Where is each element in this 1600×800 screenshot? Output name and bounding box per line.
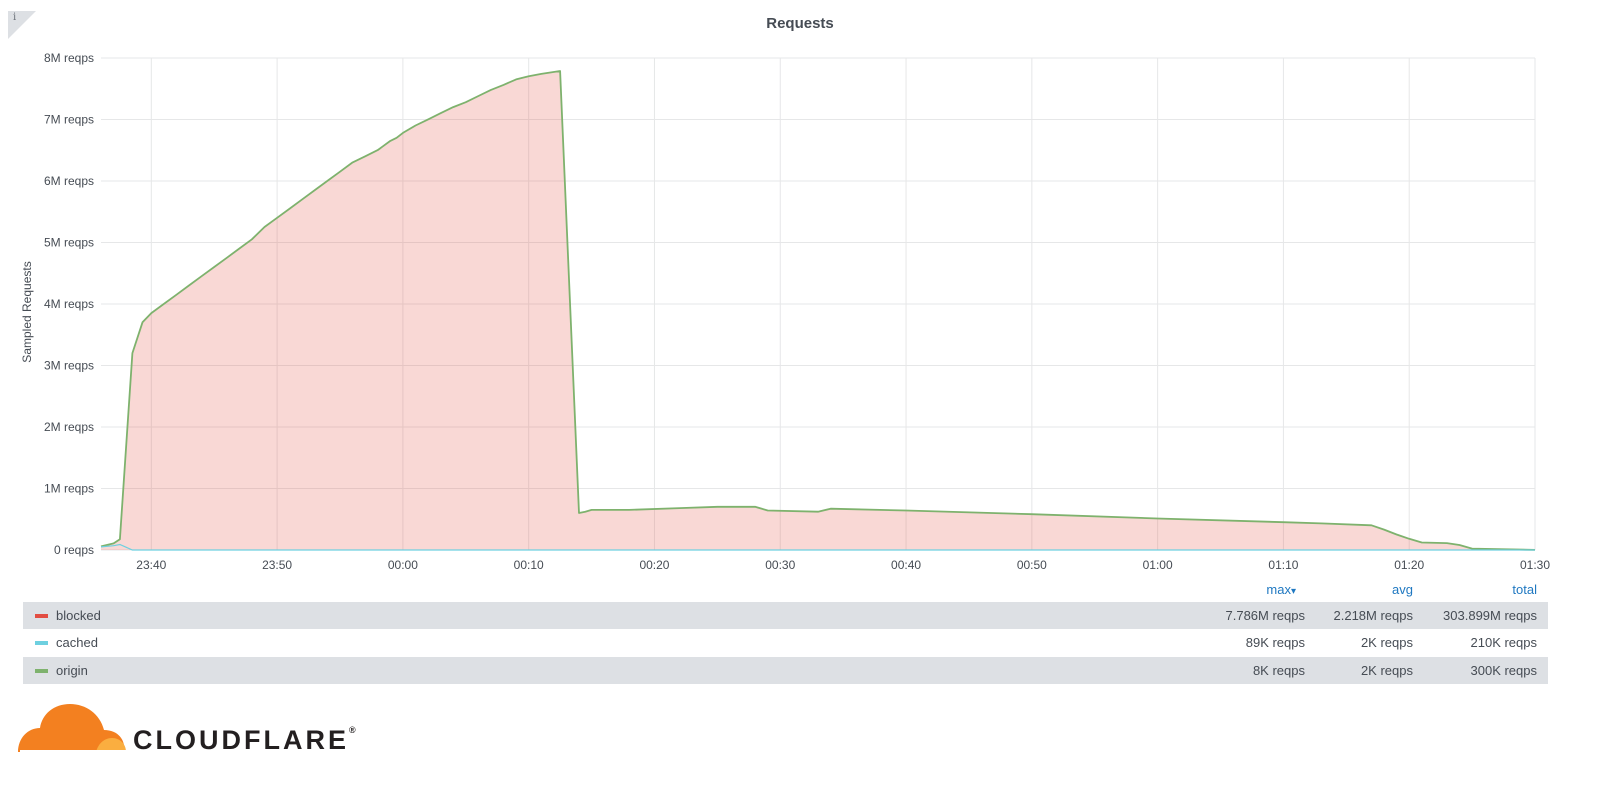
x-tick-label: 00:50 bbox=[1017, 558, 1047, 572]
legend-avg-value: 2.218M reqps bbox=[1333, 608, 1414, 623]
legend-swatch-blocked bbox=[35, 614, 48, 618]
legend-header-total[interactable]: total bbox=[1437, 582, 1537, 597]
legend-swatch-cached bbox=[35, 641, 48, 645]
x-tick-label: 00:10 bbox=[514, 558, 544, 572]
x-tick-label: 00:40 bbox=[891, 558, 921, 572]
x-tick-label: 00:30 bbox=[765, 558, 795, 572]
cloudflare-logo: CLOUDFLARE® bbox=[16, 700, 376, 756]
legend-header-max-label: max bbox=[1266, 582, 1291, 597]
legend-total-value: 300K reqps bbox=[1470, 663, 1538, 678]
y-tick-label: 4M reqps bbox=[44, 297, 94, 311]
legend-series-name[interactable]: origin bbox=[56, 663, 88, 678]
legend-row-cached[interactable]: cached 89K reqps 2K reqps 210K reqps bbox=[23, 629, 1548, 656]
series-layer bbox=[100, 70, 1536, 551]
legend-row-blocked[interactable]: blocked 7.786M reqps 2.218M reqps 303.89… bbox=[23, 602, 1548, 629]
y-tick-label: 5M reqps bbox=[44, 236, 94, 250]
legend-avg-value: 2K reqps bbox=[1360, 635, 1413, 650]
x-tick-label: 23:50 bbox=[262, 558, 292, 572]
legend-series-name[interactable]: blocked bbox=[56, 608, 101, 623]
legend-header-max[interactable]: max▾ bbox=[1196, 582, 1296, 597]
x-tick-label: 01:00 bbox=[1143, 558, 1173, 572]
legend-total-value: 210K reqps bbox=[1470, 635, 1538, 650]
requests-chart: 0 reqps 1M reqps 2M reqps 3M reqps 4M reqps 5… bbox=[20, 51, 1550, 572]
x-tick-label: 01:20 bbox=[1394, 558, 1424, 572]
y-tick-label: 0 reqps bbox=[54, 543, 94, 557]
y-tick-label: 2M reqps bbox=[44, 420, 94, 434]
x-axis-ticks: 23:40 23:50 00:00 00:10 00:20 00:30 00:40 00:50… bbox=[136, 558, 1550, 572]
legend-row-origin[interactable]: origin 8K reqps 2K reqps 300K reqps bbox=[23, 657, 1548, 684]
series-area-blocked bbox=[101, 71, 1535, 550]
legend-series-name[interactable]: cached bbox=[56, 635, 98, 650]
y-axis-ticks: 0 reqps 1M reqps 2M reqps 3M reqps 4M reqps 5… bbox=[44, 51, 94, 557]
y-tick-label: 6M reqps bbox=[44, 174, 94, 188]
registered-mark: ® bbox=[348, 725, 356, 735]
x-tick-label: 01:10 bbox=[1268, 558, 1298, 572]
x-tick-label: 23:40 bbox=[136, 558, 166, 572]
sort-desc-icon: ▾ bbox=[1290, 586, 1296, 597]
legend-total-value: 303.899M reqps bbox=[1443, 608, 1537, 623]
x-tick-label: 00:20 bbox=[639, 558, 669, 572]
y-tick-label: 7M reqps bbox=[44, 113, 94, 127]
logo-wordmark-text: CLOUDFLARE bbox=[133, 725, 349, 755]
legend-swatch-origin bbox=[35, 669, 48, 673]
x-tick-label: 01:30 bbox=[1520, 558, 1550, 572]
y-tick-label: 3M reqps bbox=[44, 359, 94, 373]
y-tick-label: 1M reqps bbox=[44, 482, 94, 496]
x-tick-label: 00:00 bbox=[388, 558, 418, 572]
logo-wordmark: CLOUDFLARE® bbox=[133, 725, 356, 756]
y-axis-label: Sampled Requests bbox=[20, 261, 34, 362]
legend-avg-value: 2K reqps bbox=[1360, 663, 1413, 678]
legend-headers: max▾ avg total bbox=[0, 582, 1600, 600]
legend-header-avg[interactable]: avg bbox=[1313, 582, 1413, 597]
cloud-icon bbox=[18, 704, 126, 753]
y-tick-label: 8M reqps bbox=[44, 51, 94, 65]
